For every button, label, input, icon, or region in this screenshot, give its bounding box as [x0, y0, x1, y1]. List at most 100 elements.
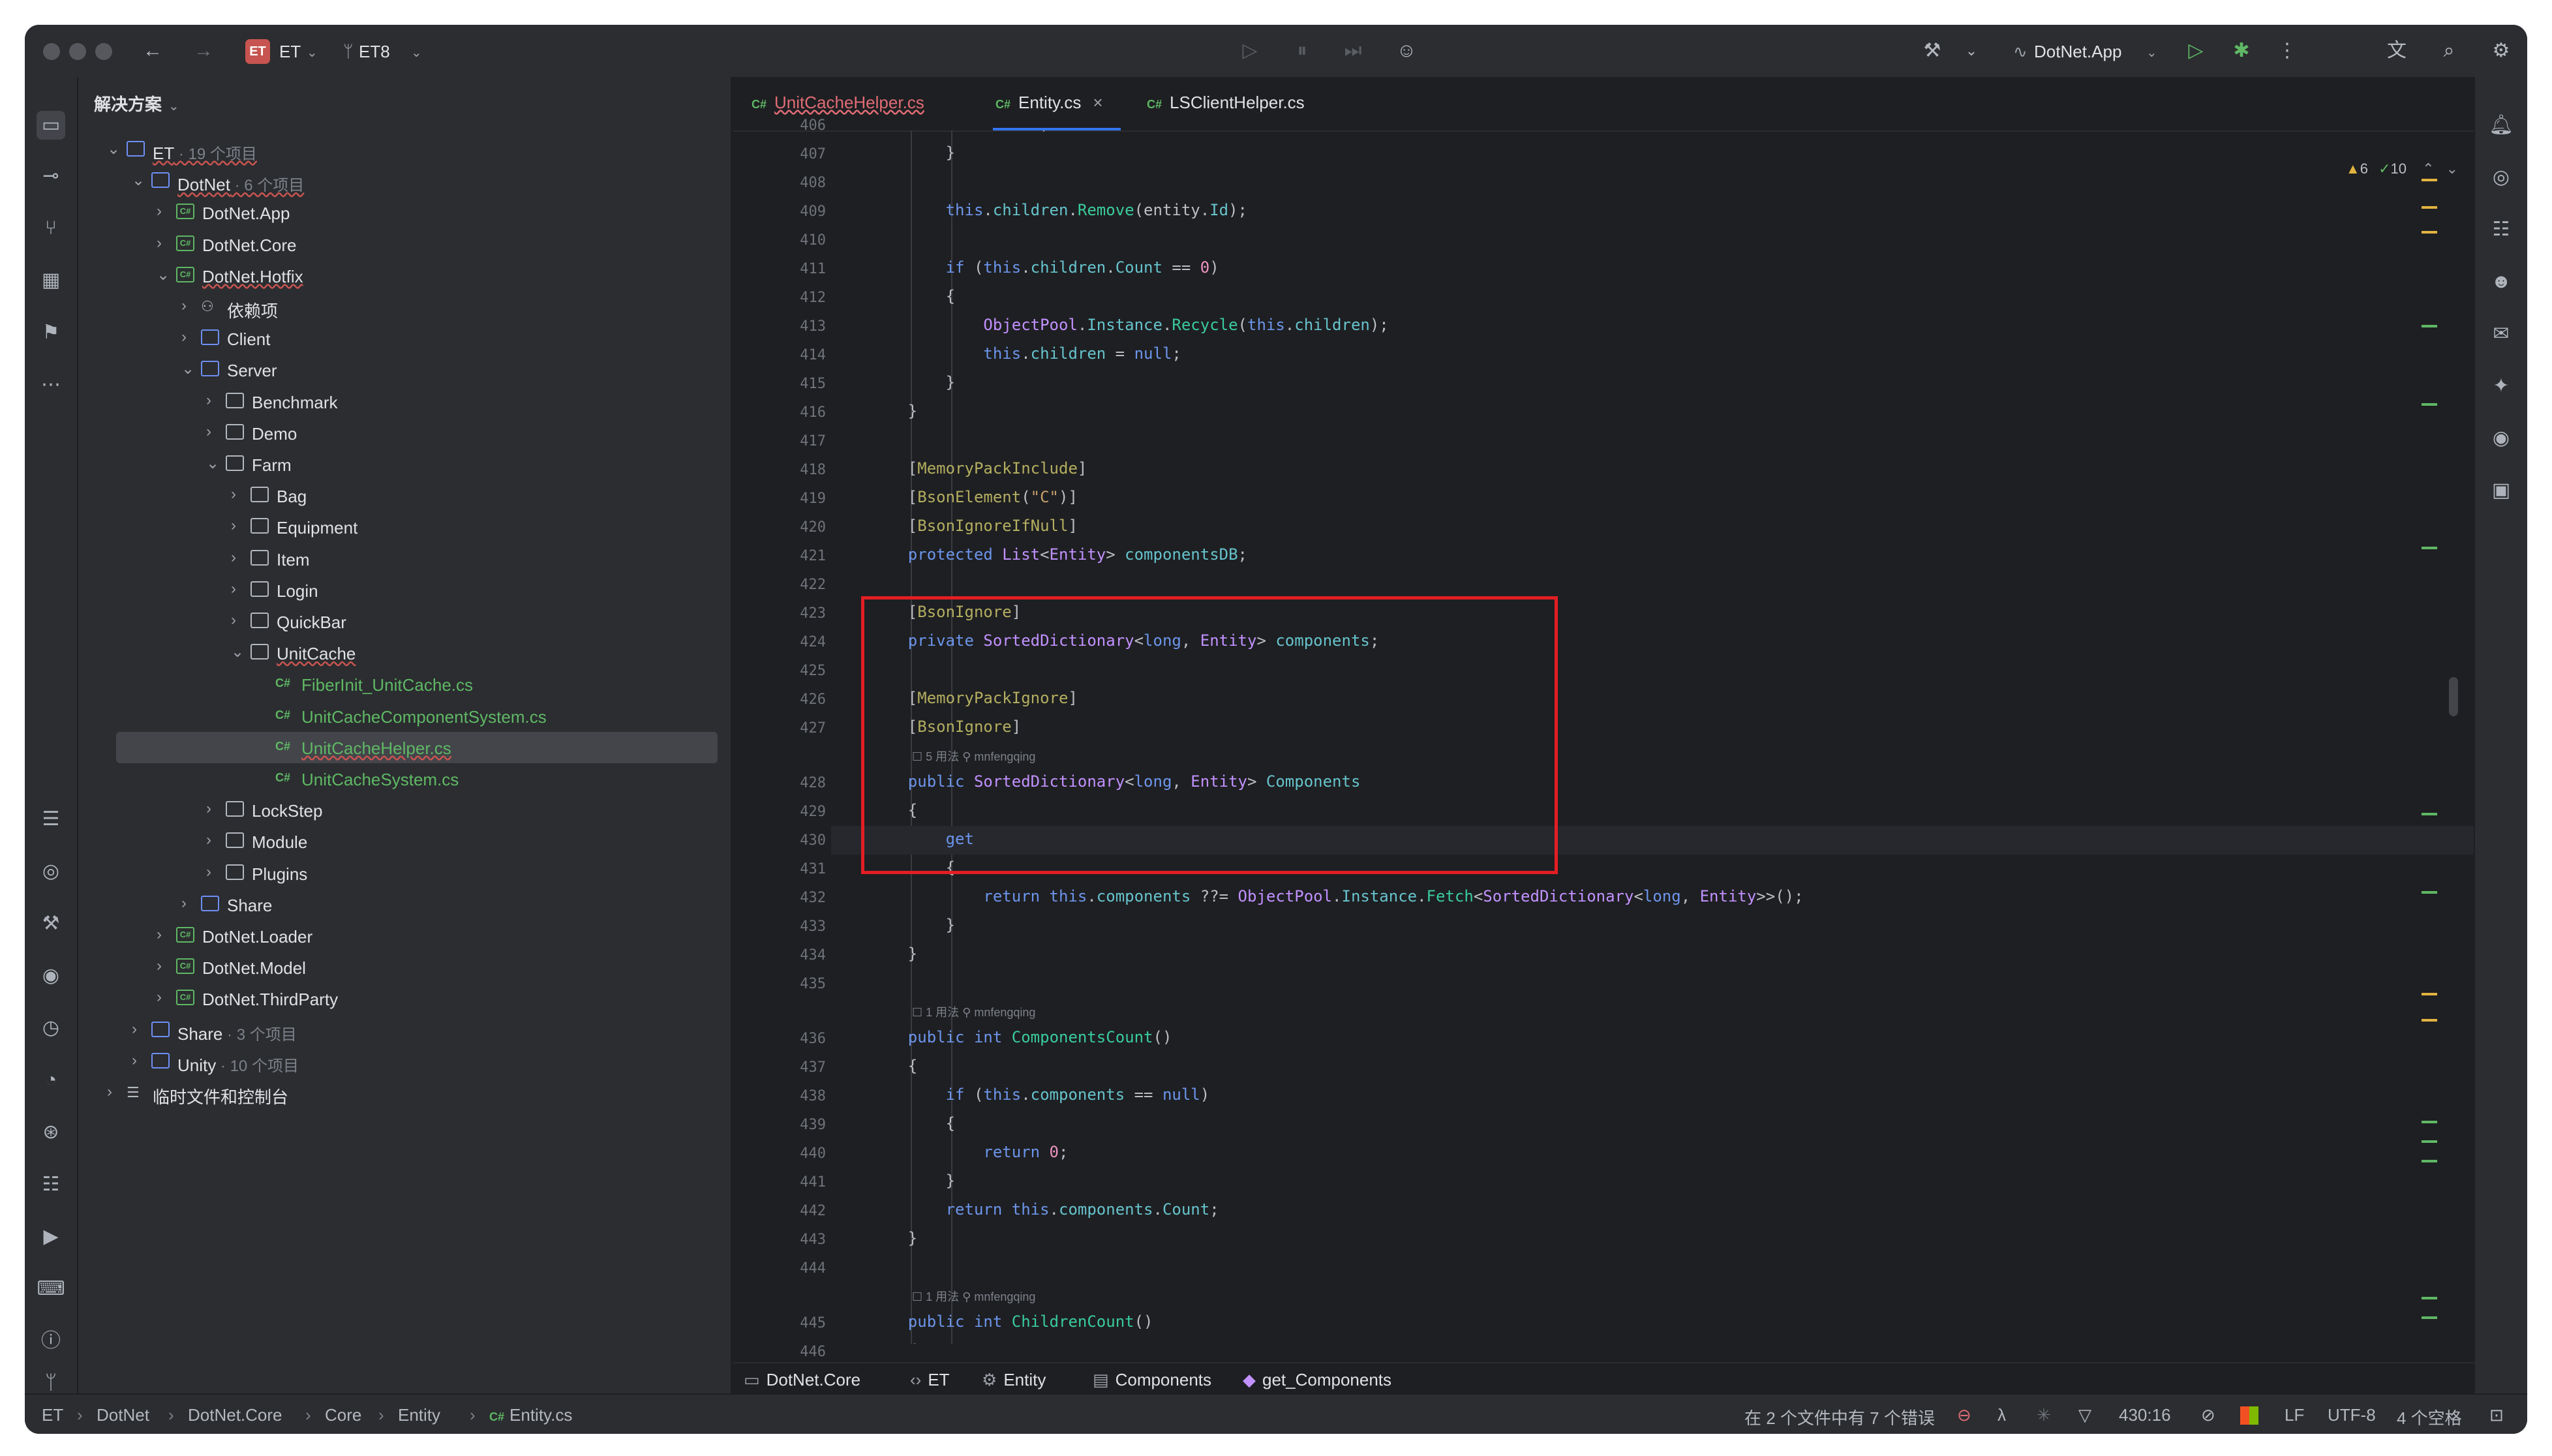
line-number[interactable]: 441 — [761, 1174, 826, 1191]
code-line[interactable]: } — [870, 916, 955, 934]
line-number[interactable]: 442 — [761, 1203, 826, 1219]
resources-icon[interactable]: ▣ — [2487, 476, 2515, 505]
code-line[interactable]: return 0; — [870, 1143, 1068, 1161]
line-number[interactable]: 428 — [761, 775, 826, 791]
code-line[interactable]: [MemoryPackInclude] — [870, 459, 1087, 478]
tree-item[interactable]: › C# DotNet.App — [78, 197, 731, 228]
database-icon[interactable]: ☷ — [37, 1170, 65, 1199]
chevron-right-icon[interactable]: › — [206, 391, 211, 410]
tree-item[interactable]: › C# DotNet.Model — [78, 952, 731, 983]
code-vision-hint[interactable]: ☐ 1 用法 ⚲ mnfengqing — [912, 1003, 1035, 1020]
line-number[interactable]: 409 — [761, 204, 826, 220]
line-number[interactable]: 420 — [761, 519, 826, 536]
tree-item[interactable]: › Benchmark — [78, 386, 731, 417]
chevron-right-icon[interactable]: › — [157, 234, 162, 252]
line-number[interactable]: 411 — [761, 261, 826, 277]
tree-item[interactable]: ⌄ UnitCache — [78, 637, 731, 669]
warning-marker[interactable] — [2422, 1019, 2437, 1022]
tree-item[interactable]: › Equipment — [78, 511, 731, 543]
chevron-right-icon[interactable]: › — [231, 485, 236, 504]
line-number[interactable]: 439 — [761, 1117, 826, 1133]
tree-item[interactable]: › Demo — [78, 417, 731, 449]
code-line[interactable]: public int ComponentsCount() — [870, 1028, 1172, 1046]
project-name[interactable]: ET — [279, 42, 301, 62]
tree-item[interactable]: › Item — [78, 543, 731, 575]
line-number[interactable]: 407 — [761, 146, 826, 162]
status-path-segment[interactable]: Core — [325, 1405, 361, 1425]
unit-tests-icon[interactable]: ◉ — [37, 962, 65, 990]
run-config-dropdown-icon[interactable]: ⌄ — [2146, 44, 2157, 61]
code-line[interactable]: return this.components.Count; — [870, 1200, 1219, 1219]
learn-icon[interactable]: ◉ — [2487, 424, 2515, 453]
code-line[interactable]: return; — [870, 130, 1049, 133]
settings-gear-icon[interactable]: ⚙ — [2489, 39, 2513, 63]
code-line[interactable]: } — [870, 144, 955, 162]
todo-list-icon[interactable]: ☰ — [37, 805, 65, 834]
debugger-attach-icon[interactable]: ☺ — [1395, 39, 1418, 63]
code-line[interactable]: public int ChildrenCount() — [870, 1312, 1153, 1331]
file-encoding[interactable]: UTF-8 — [2328, 1405, 2376, 1425]
tree-item[interactable]: C# UnitCacheComponentSystem.cs — [78, 701, 731, 732]
chevron-right-icon[interactable]: › — [206, 423, 211, 441]
lambda-icon[interactable]: λ — [1998, 1405, 2006, 1425]
tree-item[interactable]: › Unity · 10 个项目 — [78, 1046, 731, 1078]
chevron-right-icon[interactable]: › — [206, 863, 211, 881]
status-path-segment[interactable]: ET — [42, 1405, 63, 1425]
chevron-right-icon[interactable]: › — [231, 611, 236, 629]
line-number[interactable]: 437 — [761, 1059, 826, 1076]
chevron-right-icon[interactable]: › — [181, 894, 187, 913]
line-number[interactable]: 416 — [761, 404, 826, 421]
tree-item[interactable]: C# UnitCacheHelper.cs — [116, 731, 718, 763]
search-icon[interactable]: ⌕ — [2437, 39, 2461, 63]
line-ending[interactable]: LF — [2285, 1405, 2304, 1425]
line-number[interactable]: 434 — [761, 947, 826, 963]
line-number[interactable]: 426 — [761, 691, 826, 708]
inspection-off-icon[interactable]: ⊘ — [2201, 1405, 2215, 1425]
chevron-right-icon[interactable]: › — [181, 297, 187, 315]
line-number[interactable]: 406 — [761, 117, 826, 134]
tree-item[interactable]: ⌄ Server — [78, 354, 731, 386]
line-number[interactable]: 424 — [761, 634, 826, 650]
code-line[interactable]: } — [870, 373, 955, 391]
line-number[interactable]: 438 — [761, 1088, 826, 1104]
translate-icon[interactable]: 文 — [2385, 39, 2408, 63]
tree-item[interactable]: › Client — [78, 323, 731, 354]
line-number[interactable]: 432 — [761, 890, 826, 906]
change-marker[interactable] — [2422, 1140, 2437, 1143]
change-marker[interactable] — [2422, 1297, 2437, 1299]
back-arrow-icon[interactable]: ← — [141, 39, 164, 63]
project-folder-icon[interactable]: ▭ — [37, 111, 65, 140]
tree-item[interactable]: › C# DotNet.Loader — [78, 920, 731, 952]
project-badge[interactable]: ET — [245, 39, 270, 64]
code-line[interactable]: { — [870, 1057, 917, 1075]
status-path-segment[interactable]: DotNet — [97, 1405, 149, 1425]
code-line[interactable]: } — [870, 402, 917, 420]
change-marker[interactable] — [2422, 1160, 2437, 1162]
tab-unitcachehelper[interactable]: C# UnitCacheHelper.cs — [752, 93, 924, 113]
line-number[interactable]: 436 — [761, 1031, 826, 1047]
forward-arrow-icon[interactable]: → — [192, 39, 215, 63]
plugin-icon[interactable]: ✦ — [2487, 372, 2515, 401]
change-marker[interactable] — [2422, 547, 2437, 549]
ai-assistant-icon[interactable]: ◎ — [2487, 163, 2515, 192]
structure-icon[interactable]: ▦ — [37, 266, 65, 295]
code-line[interactable]: if (this.children.Count == 0) — [870, 258, 1219, 277]
endpoints-icon[interactable]: ◎ — [37, 857, 65, 886]
line-number[interactable]: 417 — [761, 433, 826, 449]
line-number[interactable]: 413 — [761, 318, 826, 335]
chevron-right-icon[interactable]: › — [181, 328, 187, 346]
line-number[interactable]: 412 — [761, 290, 826, 306]
line-number[interactable]: 440 — [761, 1145, 826, 1162]
run-icon[interactable]: ▷ — [2184, 39, 2208, 63]
tree-item[interactable]: › QuickBar — [78, 606, 731, 637]
problems-icon[interactable]: ⓘ — [37, 1327, 65, 1356]
code-line[interactable]: { — [870, 1341, 917, 1344]
warning-marker[interactable] — [2422, 206, 2437, 209]
tree-item[interactable]: › C# DotNet.Core — [78, 229, 731, 260]
code-line[interactable]: if (this.components == null) — [870, 1085, 1210, 1104]
build-icon[interactable]: ⚒ — [37, 909, 65, 938]
error-summary[interactable]: 在 2 个文件中有 7 个错误 — [1744, 1405, 1935, 1429]
code-line[interactable]: this.children.Remove(entity.Id); — [870, 201, 1247, 219]
tree-item[interactable]: › Login — [78, 575, 731, 606]
change-marker[interactable] — [2422, 325, 2437, 327]
